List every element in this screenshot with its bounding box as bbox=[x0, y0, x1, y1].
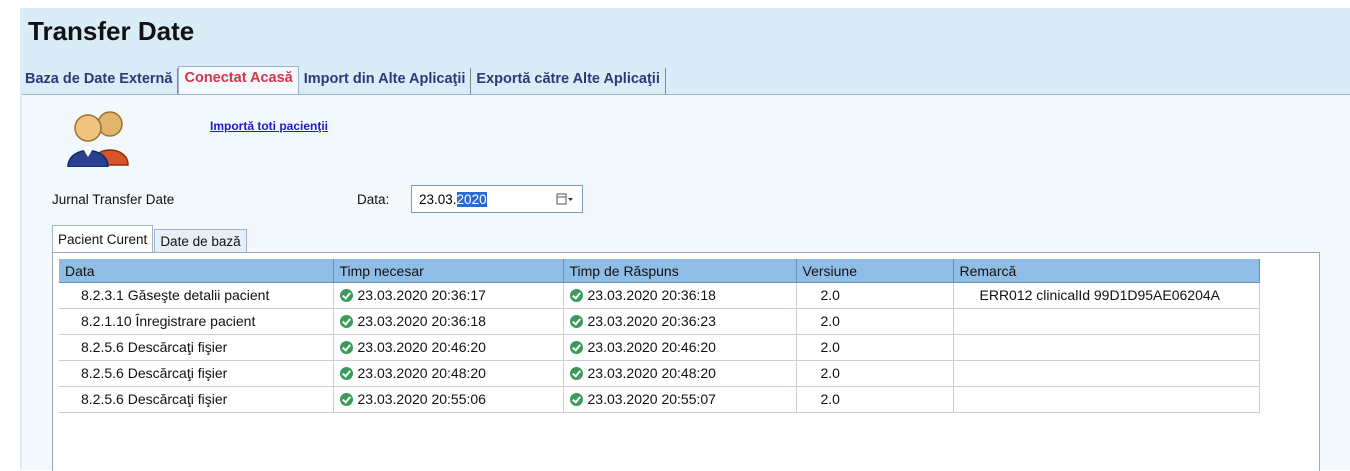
tab-import-other-apps[interactable]: Import din Alte Aplicaţii bbox=[299, 68, 472, 94]
page-title: Transfer Date bbox=[28, 16, 195, 46]
cell-response-time: 23.03.2020 20:55:07 bbox=[587, 391, 716, 407]
status-ok-icon bbox=[569, 367, 583, 380]
cell-version: 2.0 bbox=[796, 360, 954, 387]
column-header-response-time[interactable]: Timp de Răspuns bbox=[563, 259, 797, 283]
cell-remark bbox=[953, 308, 1260, 335]
cell-response-time: 23.03.2020 20:46:20 bbox=[587, 339, 716, 355]
table-row[interactable]: 8.2.5.6 Descărcaţi fişier 23.03.2020 20:… bbox=[59, 334, 1260, 361]
cell-time-required: 23.03.2020 20:55:06 bbox=[357, 391, 486, 407]
cell-version: 2.0 bbox=[796, 282, 954, 309]
tab-external-database[interactable]: Baza de Date Externă bbox=[20, 68, 179, 94]
column-header-data[interactable]: Data bbox=[59, 259, 334, 283]
status-ok-icon bbox=[339, 289, 353, 302]
table-row[interactable]: 8.2.3.1 Găseşte detalii pacient 23.03.20… bbox=[59, 282, 1260, 309]
journal-label: Jurnal Transfer Date bbox=[52, 192, 175, 207]
table-header-row: Data Timp necesar Timp de Răspuns Versiu… bbox=[59, 259, 1260, 283]
calendar-dropdown-icon[interactable] bbox=[556, 192, 574, 206]
cell-remark bbox=[953, 334, 1260, 361]
transfer-log-grid: Data Timp necesar Timp de Răspuns Versiu… bbox=[52, 252, 1320, 471]
cell-data: 8.2.5.6 Descărcaţi fişier bbox=[59, 334, 334, 361]
column-header-version[interactable]: Versiune bbox=[796, 259, 954, 283]
status-ok-icon bbox=[569, 289, 583, 302]
transfer-date-window: Transfer Date Baza de Date Externă Conec… bbox=[20, 8, 1350, 471]
table-row[interactable]: 8.2.5.6 Descărcaţi fişier 23.03.2020 20:… bbox=[59, 360, 1260, 387]
column-header-time-required[interactable]: Timp necesar bbox=[333, 259, 564, 283]
users-icon bbox=[67, 111, 129, 167]
cell-version: 2.0 bbox=[796, 308, 954, 335]
tab-panel: Importă toti pacienţii Jurnal Transfer D… bbox=[22, 94, 1350, 471]
status-ok-icon bbox=[569, 341, 583, 354]
cell-remark bbox=[953, 386, 1260, 413]
status-ok-icon bbox=[569, 315, 583, 328]
top-tab-bar: Baza de Date Externă Conectat Acasă Impo… bbox=[20, 66, 666, 94]
tab-export-other-apps[interactable]: Exportă către Alte Aplicaţii bbox=[471, 68, 666, 94]
status-ok-icon bbox=[339, 341, 353, 354]
import-all-patients-link[interactable]: Importă toti pacienţii bbox=[210, 119, 328, 133]
table-row[interactable]: 8.2.1.10 Înregistrare pacient 23.03.2020… bbox=[59, 308, 1260, 335]
cell-version: 2.0 bbox=[796, 334, 954, 361]
date-label: Data: bbox=[357, 192, 390, 207]
tab-base-data[interactable]: Date de bază bbox=[154, 229, 247, 253]
date-input[interactable]: 23.03. 2020 bbox=[411, 185, 583, 213]
cell-version: 2.0 bbox=[796, 386, 954, 413]
sub-tab-bar: Pacient Curent Date de bază bbox=[52, 225, 248, 253]
cell-remark bbox=[953, 360, 1260, 387]
cell-data: 8.2.3.1 Găseşte detalii pacient bbox=[59, 282, 334, 309]
column-header-remark[interactable]: Remarcă bbox=[953, 259, 1260, 283]
date-value-selected: 2020 bbox=[456, 191, 487, 207]
status-ok-icon bbox=[339, 367, 353, 380]
tab-current-patient[interactable]: Pacient Curent bbox=[52, 225, 154, 253]
transfer-log-table: Data Timp necesar Timp de Răspuns Versiu… bbox=[59, 259, 1260, 413]
date-value-prefix: 23.03. bbox=[419, 191, 457, 207]
cell-remark: ERR012 clinicalId 99D1D95AE06204A bbox=[953, 282, 1260, 309]
cell-data: 8.2.5.6 Descărcaţi fişier bbox=[59, 386, 334, 413]
cell-response-time: 23.03.2020 20:36:23 bbox=[587, 313, 716, 329]
cell-data: 8.2.5.6 Descărcaţi fişier bbox=[59, 360, 334, 387]
cell-time-required: 23.03.2020 20:48:20 bbox=[357, 365, 486, 381]
status-ok-icon bbox=[339, 393, 353, 406]
cell-data: 8.2.1.10 Înregistrare pacient bbox=[59, 308, 334, 335]
cell-time-required: 23.03.2020 20:36:18 bbox=[357, 313, 486, 329]
status-ok-icon bbox=[569, 393, 583, 406]
cell-response-time: 23.03.2020 20:36:18 bbox=[587, 287, 716, 303]
cell-time-required: 23.03.2020 20:36:17 bbox=[357, 287, 486, 303]
table-row[interactable]: 8.2.5.6 Descărcaţi fişier 23.03.2020 20:… bbox=[59, 386, 1260, 413]
status-ok-icon bbox=[339, 315, 353, 328]
cell-time-required: 23.03.2020 20:46:20 bbox=[357, 339, 486, 355]
tab-connected-home[interactable]: Conectat Acasă bbox=[178, 66, 299, 94]
cell-response-time: 23.03.2020 20:48:20 bbox=[587, 365, 716, 381]
